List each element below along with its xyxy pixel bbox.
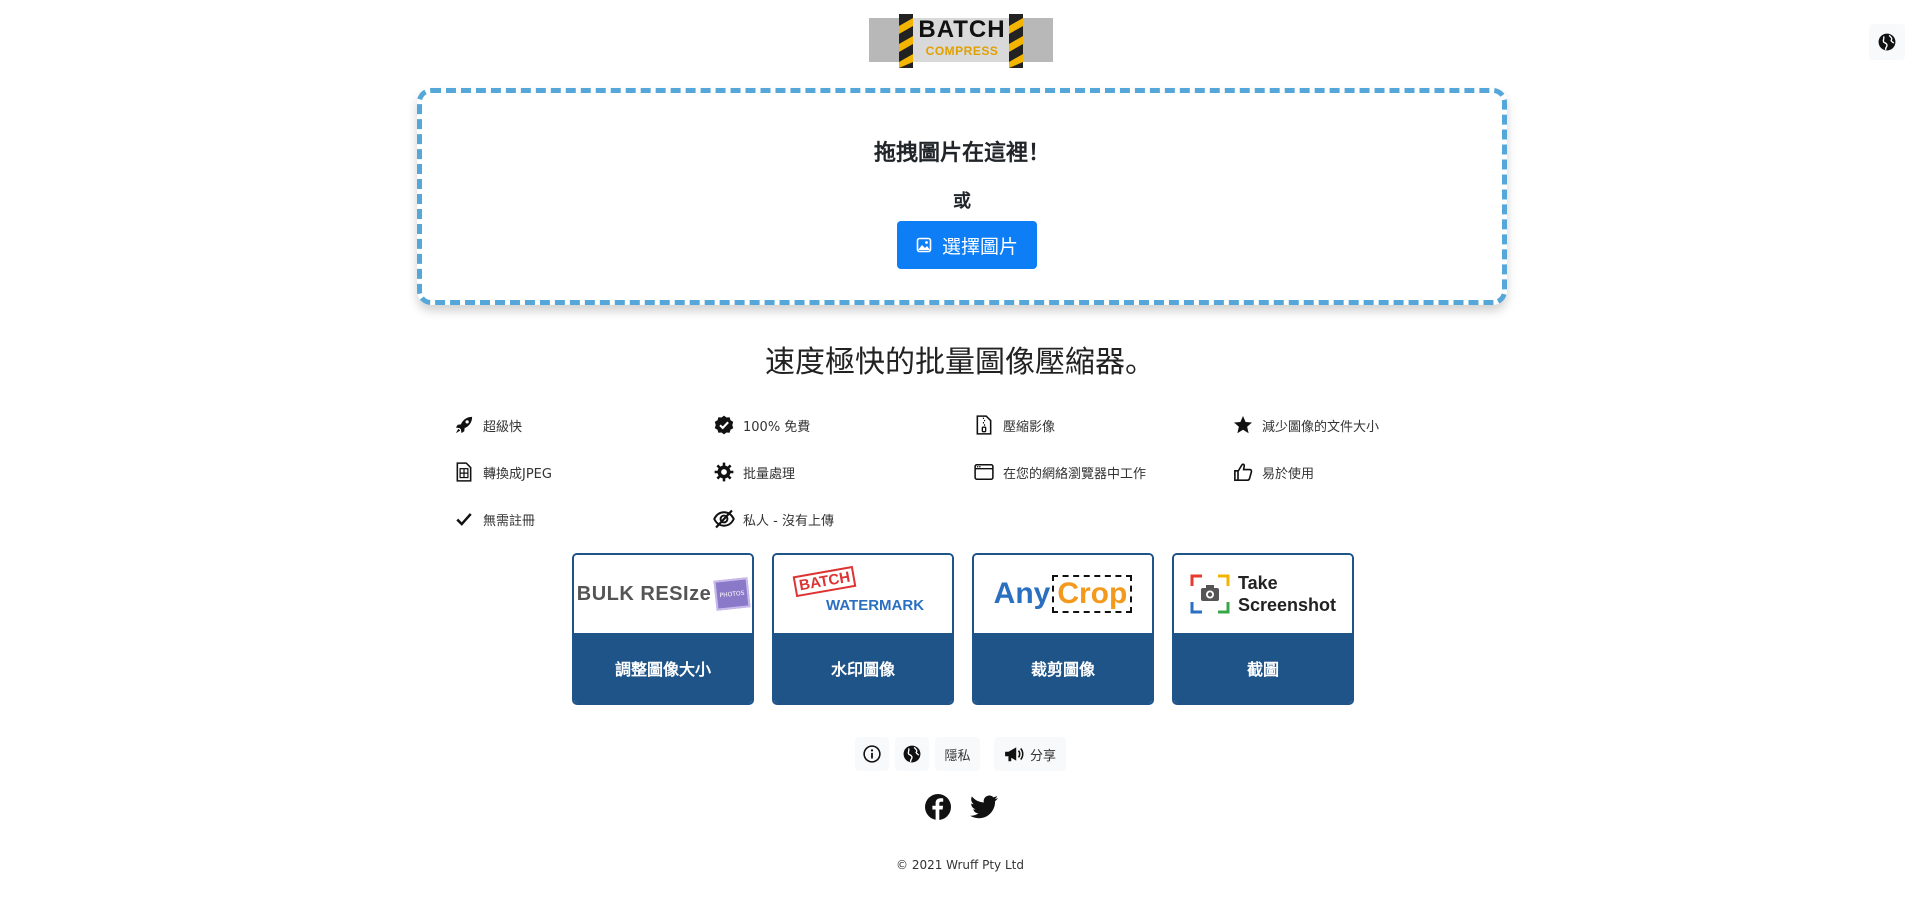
globe-icon	[1878, 33, 1896, 51]
camera-icon	[1190, 574, 1230, 614]
language-button[interactable]	[1869, 24, 1905, 60]
feature-label: 易於使用	[1262, 466, 1315, 482]
info-icon	[863, 745, 881, 763]
tagline: 速度極快的批量圖像壓縮器。	[765, 345, 1155, 380]
browser-icon	[973, 461, 995, 483]
facebook-icon	[925, 794, 951, 820]
language-footer-button[interactable]	[895, 737, 929, 771]
file-zip-icon	[973, 414, 995, 436]
image-icon	[916, 237, 932, 253]
feature-label: 無需註冊	[483, 513, 536, 529]
logo-text-batch: BATCH	[918, 16, 1006, 43]
any-crop-logo: Any Crop	[974, 555, 1152, 633]
bulk-resize-label: 調整圖像大小	[574, 633, 752, 703]
feature-label: 100% 免費	[743, 419, 811, 435]
choose-images-label: 選擇圖片	[941, 235, 1018, 258]
dropzone-or-text: 或	[953, 191, 971, 212]
star-icon	[1232, 414, 1254, 436]
twitter-link[interactable]	[970, 795, 998, 819]
feature-item: 100% 免費	[713, 414, 810, 436]
check-badge-icon	[713, 414, 735, 436]
logo-text-compress: COMPRESS	[925, 44, 999, 58]
twitter-icon	[970, 795, 998, 819]
feature-item: 無需註冊	[453, 508, 535, 530]
eye-slash-icon	[713, 508, 735, 530]
copyright: © 2021 Wruff Pty Ltd	[896, 858, 1024, 872]
feature-item: 壓縮影像	[973, 414, 1055, 436]
feature-label: 壓縮影像	[1003, 419, 1056, 435]
batch-watermark-label: 水印圖像	[774, 633, 952, 703]
feature-item: 減少圖像的文件大小	[1232, 414, 1379, 436]
feature-label: 批量處理	[743, 466, 796, 482]
take-screenshot-card[interactable]: Take Screenshot 截圖	[1172, 553, 1354, 705]
feature-item: 在您的網絡瀏覽器中工作	[973, 461, 1146, 483]
image-dropzone[interactable]: 拖拽圖片在這裡！ 或 選擇圖片	[417, 88, 1507, 305]
feature-label: 轉換成JPEG	[483, 466, 552, 482]
feature-label: 減少圖像的文件大小	[1262, 419, 1380, 435]
rocket-icon	[453, 414, 475, 436]
feature-item: 易於使用	[1232, 461, 1314, 483]
megaphone-icon	[1005, 747, 1024, 762]
bulk-resize-card[interactable]: BULK RESIze PHOTOS 調整圖像大小	[572, 553, 754, 705]
feature-item: 超級快	[453, 414, 522, 436]
dropzone-title: 拖拽圖片在這裡！	[873, 141, 1050, 166]
feature-item: 私人 - 沒有上傳	[713, 508, 834, 530]
take-screenshot-label: 截圖	[1174, 633, 1352, 703]
feature-label: 在您的網絡瀏覽器中工作	[1003, 466, 1147, 482]
share-button[interactable]: 分享	[994, 737, 1066, 771]
take-screenshot-logo: Take Screenshot	[1174, 555, 1352, 633]
globe-icon	[903, 745, 921, 763]
feature-label: 私人 - 沒有上傳	[743, 513, 834, 529]
feature-item: 批量處理	[713, 461, 795, 483]
thumbs-up-icon	[1232, 461, 1254, 483]
file-convert-icon	[453, 461, 475, 483]
feature-item: 轉換成JPEG	[453, 461, 552, 483]
facebook-link[interactable]	[925, 794, 951, 820]
batch-compress-logo[interactable]: BATCH COMPRESS	[869, 14, 1053, 68]
privacy-label: 隱私	[944, 748, 971, 764]
privacy-link[interactable]: 隱私	[935, 737, 980, 771]
check-icon	[453, 508, 475, 530]
gear-icon	[713, 461, 735, 483]
bulk-resize-logo: BULK RESIze PHOTOS	[574, 555, 752, 633]
batch-watermark-card[interactable]: BATCH WATERMARK 水印圖像	[772, 553, 954, 705]
share-label: 分享	[1029, 748, 1056, 764]
info-button[interactable]	[855, 737, 889, 771]
choose-images-button[interactable]: 選擇圖片	[897, 221, 1037, 269]
batch-watermark-logo: BATCH WATERMARK	[774, 555, 952, 633]
any-crop-label: 裁剪圖像	[974, 633, 1152, 703]
any-crop-card[interactable]: Any Crop 裁剪圖像	[972, 553, 1154, 705]
feature-label: 超級快	[483, 419, 523, 435]
